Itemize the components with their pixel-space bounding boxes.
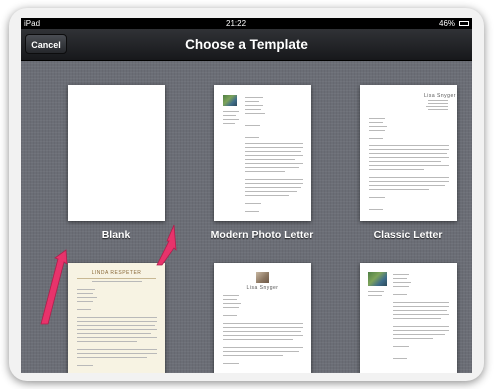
ipad-screen: iPad 21:22 46% Cancel Choose a Template … <box>21 18 472 373</box>
device-frame: iPad 21:22 46% Cancel Choose a Template … <box>9 8 484 381</box>
arrow-to-blank-icon <box>156 224 177 266</box>
annotation-arrows <box>40 224 177 325</box>
arrow-to-cream-template-icon <box>40 249 68 325</box>
